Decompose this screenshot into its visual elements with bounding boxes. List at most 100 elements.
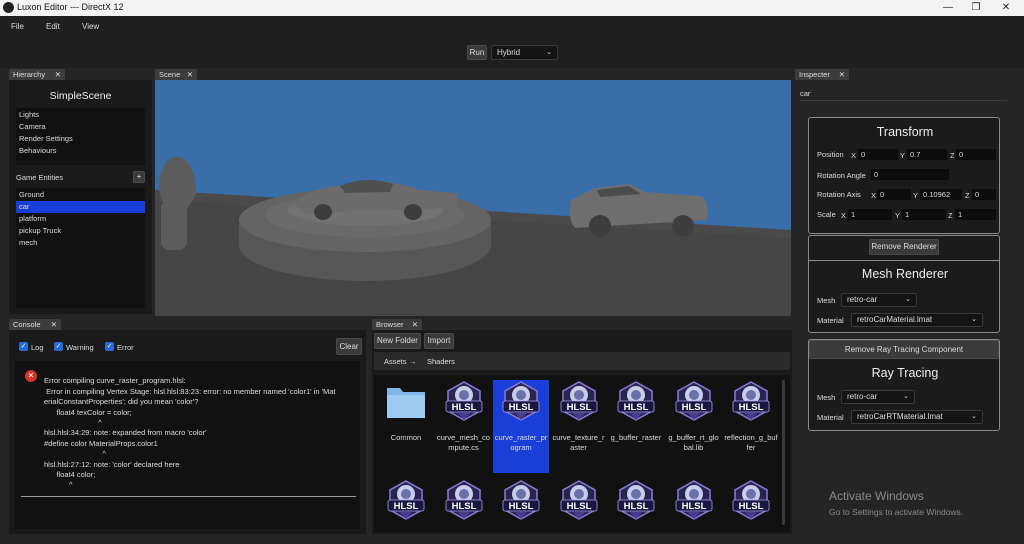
scale-y-input[interactable]: 1: [902, 209, 946, 220]
render-mode-select[interactable]: Hybrid ⌄: [491, 45, 558, 60]
tab-console[interactable]: Console ✕: [9, 319, 61, 330]
asset-label: curve_mesh_compute.cs: [437, 433, 490, 452]
entity-item-mech[interactable]: mech: [16, 237, 145, 249]
close-icon[interactable]: ✕: [187, 69, 193, 80]
rotation-axis-y-input[interactable]: 0.10962: [920, 189, 962, 200]
entity-item-car[interactable]: car: [16, 201, 145, 213]
asset-shader[interactable]: HLSL: [723, 479, 779, 526]
error-checkbox[interactable]: ✓: [105, 342, 114, 351]
axis-y: Y: [895, 211, 901, 220]
scale-x-input[interactable]: 1: [848, 209, 892, 220]
hlsl-file-icon: HLSL: [732, 480, 770, 520]
rt-material-label: Material: [817, 413, 844, 422]
entity-item-pickup-truck[interactable]: pickup Truck: [16, 225, 145, 237]
rt-material-select[interactable]: retroCarRTMaterial.lmat ⌄: [851, 410, 983, 424]
position-z-input[interactable]: 0: [956, 149, 996, 160]
asset-shader[interactable]: HLSL curve_raster_program: [493, 380, 549, 473]
warning-checkbox[interactable]: ✓: [54, 342, 63, 351]
error-label: Error: [117, 343, 134, 352]
svg-text:HLSL: HLSL: [624, 402, 649, 413]
scale-label: Scale: [817, 210, 836, 219]
window-title: Luxon Editor --- DirectX 12: [17, 2, 124, 12]
position-x-input[interactable]: 0: [858, 149, 898, 160]
asset-label: curve_texture_raster: [552, 433, 605, 452]
toolbar: Run Hybrid ⌄: [0, 38, 1024, 68]
transform-section: Transform Position X 0 Y 0.7 Z 0 Rotatio…: [808, 117, 1000, 234]
hlsl-file-icon: HLSL: [445, 381, 482, 421]
log-checkbox[interactable]: ✓: [19, 342, 28, 351]
asset-shader[interactable]: HLSL g_buffer_rt_global.lib: [666, 380, 722, 473]
asset-shader[interactable]: HLSL: [436, 479, 492, 526]
clear-button[interactable]: Clear: [336, 338, 362, 355]
svg-text:HLSL: HLSL: [739, 501, 764, 512]
entity-item-platform[interactable]: platform: [16, 213, 145, 225]
menu-file[interactable]: File: [11, 22, 24, 31]
rt-mesh-select[interactable]: retro-car ⌄: [841, 390, 915, 404]
remove-renderer-button[interactable]: Remove Renderer: [869, 239, 939, 255]
run-button[interactable]: Run: [467, 45, 487, 60]
asset-shader[interactable]: HLSL: [551, 479, 607, 526]
close-icon[interactable]: ✕: [839, 69, 845, 80]
hlsl-file-icon: HLSL: [387, 480, 425, 520]
entity-name[interactable]: car: [800, 89, 810, 98]
new-folder-button[interactable]: New Folder: [374, 333, 421, 349]
hierarchy-item-render-settings[interactable]: Render Settings: [16, 133, 145, 145]
asset-label: reflection_g_buffer: [724, 433, 778, 452]
hierarchy-panel: SimpleScene Lights Camera Render Setting…: [9, 80, 152, 314]
svg-text:HLSL: HLSL: [739, 402, 764, 413]
hierarchy-item-camera[interactable]: Camera: [16, 121, 145, 133]
asset-shader[interactable]: HLSL: [666, 479, 722, 526]
breadcrumb: Assets → Shaders: [374, 352, 790, 370]
close-icon[interactable]: ✕: [55, 69, 61, 80]
mesh-select[interactable]: retro-car ⌄: [841, 293, 917, 307]
close-icon[interactable]: ✕: [412, 319, 418, 330]
activate-windows-subtitle: Go to Settings to activate Windows.: [829, 507, 964, 517]
rotation-axis-x-input[interactable]: 0: [877, 189, 911, 200]
tab-scene[interactable]: Scene ✕: [155, 69, 197, 80]
asset-shader[interactable]: HLSL: [378, 479, 434, 526]
ray-tracing-section: Remove Ray Tracing Component Ray Tracing…: [808, 339, 1000, 431]
asset-folder[interactable]: Common: [378, 380, 434, 473]
tab-inspector[interactable]: Inspecter ✕: [795, 69, 849, 80]
axis-x: X: [841, 211, 847, 220]
asset-shader[interactable]: HLSL: [608, 479, 664, 526]
console-line: ^: [44, 480, 73, 490]
asset-shader[interactable]: HLSL curve_texture_raster: [551, 380, 607, 473]
asset-shader[interactable]: HLSL g_buffer_raster: [608, 380, 664, 473]
asset-shader[interactable]: HLSL: [493, 479, 549, 526]
rotation-axis-z-input[interactable]: 0: [972, 189, 996, 200]
tab-browser[interactable]: Browser ✕: [372, 319, 422, 330]
scene-viewport[interactable]: [155, 80, 791, 316]
console-line: #define color MaterialProps.color1: [44, 438, 158, 448]
hlsl-file-icon: HLSL: [617, 381, 655, 421]
material-select-value: retroCarMaterial.lmat: [857, 315, 933, 324]
material-select[interactable]: retroCarMaterial.lmat ⌄: [851, 313, 983, 327]
scale-z-input[interactable]: 1: [955, 209, 996, 220]
minimize-icon[interactable]: —: [934, 0, 962, 16]
rotation-angle-input[interactable]: 0: [871, 169, 949, 180]
tab-hierarchy[interactable]: Hierarchy ✕: [9, 69, 65, 80]
import-button[interactable]: Import: [424, 333, 454, 349]
asset-scrollbar[interactable]: [782, 380, 785, 525]
hlsl-file-icon: HLSL: [675, 381, 712, 421]
asset-shader[interactable]: HLSL reflection_g_buffer: [723, 380, 779, 473]
maximize-icon[interactable]: ❐: [962, 0, 990, 16]
menu-view[interactable]: View: [82, 22, 99, 31]
asset-shader[interactable]: HLSL curve_mesh_compute.cs: [436, 380, 492, 473]
hlsl-file-icon: HLSL: [560, 480, 597, 520]
entity-item-ground[interactable]: Ground: [16, 189, 145, 201]
close-icon[interactable]: ✕: [992, 0, 1020, 16]
close-icon[interactable]: ✕: [51, 319, 57, 330]
hierarchy-item-lights[interactable]: Lights: [16, 109, 145, 121]
svg-text:HLSL: HLSL: [451, 501, 476, 512]
position-y-input[interactable]: 0.7: [907, 149, 947, 160]
add-entity-button[interactable]: +: [133, 171, 145, 183]
svg-text:HLSL: HLSL: [681, 402, 706, 413]
remove-ray-tracing-button[interactable]: Remove Ray Tracing Component: [809, 340, 999, 359]
axis-x: X: [871, 191, 877, 200]
menu-edit[interactable]: Edit: [46, 22, 60, 31]
breadcrumb-assets[interactable]: Assets: [384, 357, 407, 366]
entities-label: Game Entities: [16, 173, 64, 182]
hierarchy-item-behaviours[interactable]: Behaviours: [16, 145, 145, 157]
breadcrumb-shaders[interactable]: Shaders: [427, 357, 455, 366]
